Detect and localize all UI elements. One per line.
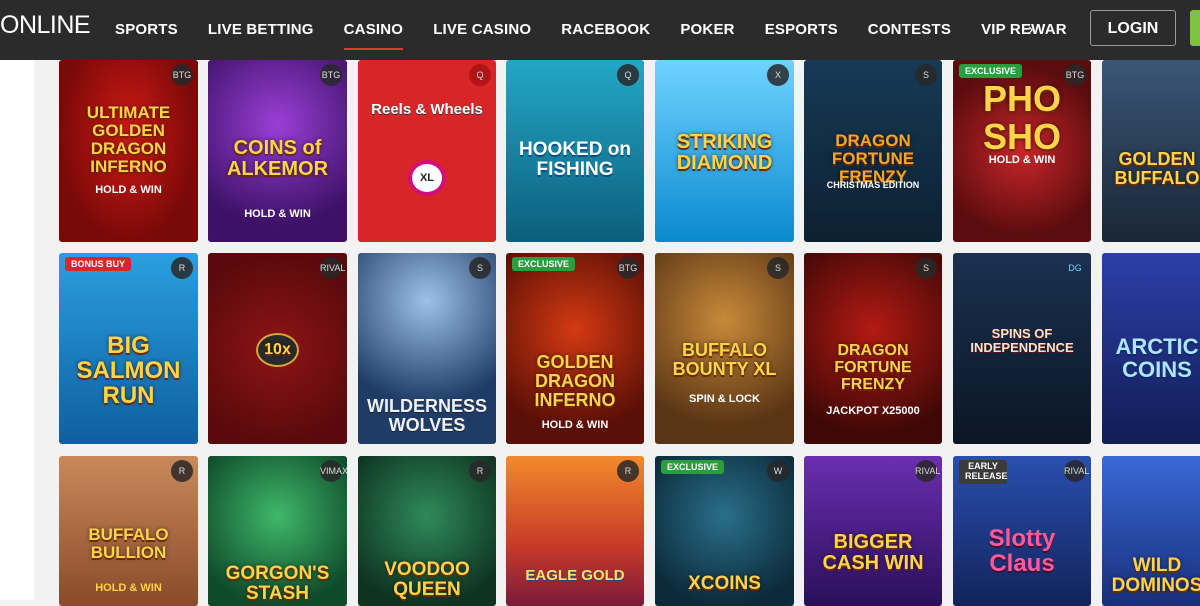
game-title: BUFFALO BULLION <box>88 525 169 562</box>
game-subtitle: HOLD & WIN <box>95 582 162 594</box>
nav-live-betting[interactable]: LIVE BETTING <box>193 0 329 60</box>
exclusive-badge: EXCLUSIVE <box>661 460 725 474</box>
game-title: Reels & Wheels <box>371 101 483 118</box>
nav-poker[interactable]: POKER <box>665 0 749 60</box>
provider-badge: RIVAL <box>320 257 345 279</box>
nav-live-casino[interactable]: LIVE CASINO <box>418 0 546 60</box>
game-subtitle: HOLD & WIN <box>244 208 311 220</box>
game-tile[interactable]: Q HOOKED on FISHING <box>506 60 644 242</box>
nav-vip-rewards[interactable]: VIP REWARD <box>966 0 1067 60</box>
provider-badge: S <box>767 257 789 279</box>
casino-game-grid: BTG ULTIMATE GOLDEN DRAGON INFERNO HOLD … <box>0 60 1200 606</box>
provider-badge: RIVAL <box>915 460 940 482</box>
provider-badge: S <box>469 257 491 279</box>
game-title: GOLDEN BUFFALO <box>1114 149 1200 188</box>
provider-badge: DG <box>1068 263 1082 273</box>
early-release-badge: EARLY RELEASE <box>959 460 1008 484</box>
game-title: Slotty Claus <box>988 525 1056 578</box>
provider-badge: S <box>915 64 937 86</box>
provider-badge: R <box>469 460 491 482</box>
exclusive-badge: EXCLUSIVE <box>959 64 1023 78</box>
game-title: VOODOO QUEEN <box>384 559 470 600</box>
game-title: STRIKING DIAMOND <box>676 131 773 174</box>
provider-badge: R <box>171 460 193 482</box>
game-tile[interactable]: R BUFFALO BULLION HOLD & WIN <box>59 456 198 606</box>
game-title: GOLDEN DRAGON INFERNO <box>534 352 616 410</box>
game-tile[interactable]: BTG ULTIMATE GOLDEN DRAGON INFERNO HOLD … <box>59 60 198 242</box>
game-tile[interactable]: DG SPINS OF INDEPENDENCE <box>953 253 1091 444</box>
game-title: GORGON'S STASH <box>225 563 330 604</box>
game-tile[interactable]: R VOODOO QUEEN <box>358 456 496 606</box>
provider-badge: W <box>767 460 789 482</box>
game-title: COINS of ALKEMOR <box>226 137 329 180</box>
game-subtitle: XL <box>408 160 446 196</box>
nav-sports[interactable]: SPORTS <box>100 0 193 60</box>
game-title: ULTIMATE GOLDEN DRAGON INFERNO <box>86 103 171 176</box>
game-title: 10x <box>256 333 299 367</box>
provider-badge: X <box>767 64 789 86</box>
login-button[interactable]: LOGIN <box>1090 10 1176 46</box>
game-title: EAGLE GOLD <box>525 567 625 584</box>
game-tile[interactable]: X STRIKING DIAMOND <box>655 60 794 242</box>
provider-badge: Q <box>617 64 639 86</box>
provider-badge: VIMAX <box>320 460 347 482</box>
game-tile[interactable]: S BUFFALO BOUNTY XL SPIN & LOCK <box>655 253 794 444</box>
game-tile[interactable]: BONUS BUY R BIG SALMON RUN <box>59 253 198 444</box>
game-tile[interactable]: GOLDEN BUFFALO <box>1102 60 1200 242</box>
game-title: BIGGER CASH WIN <box>822 531 924 574</box>
game-tile[interactable]: EXCLUSIVE BTG PHO SHO HOLD & WIN <box>953 60 1091 242</box>
provider-badge: BTG <box>320 64 342 86</box>
game-subtitle: HOLD & WIN <box>988 154 1056 166</box>
brand-logo[interactable]: ONLINE <box>0 11 91 40</box>
nav-racebook[interactable]: RACEBOOK <box>546 0 665 60</box>
game-title: WILDERNESS WOLVES <box>366 396 487 435</box>
game-tile[interactable]: Q Reels & Wheels XL <box>358 60 496 242</box>
game-title: HOOKED on FISHING <box>519 139 631 180</box>
game-tile[interactable]: EXCLUSIVE W XCOINS <box>655 456 794 606</box>
main-nav: SPORTS LIVE BETTING CASINO LIVE CASINO R… <box>100 0 1067 60</box>
game-tile[interactable]: RIVAL 10x <box>208 253 347 444</box>
provider-badge: R <box>171 257 193 279</box>
game-tile[interactable]: WILD DOMINOS <box>1102 456 1200 606</box>
game-tile[interactable]: R EAGLE GOLD <box>506 456 644 606</box>
game-title: PHO SHO <box>982 78 1061 157</box>
nav-contests[interactable]: CONTESTS <box>853 0 966 60</box>
provider-badge: BTG <box>171 64 193 86</box>
game-subtitle: HOLD & WIN <box>541 419 609 431</box>
game-tile[interactable]: S WILDERNESS WOLVES <box>358 253 496 444</box>
exclusive-badge: EXCLUSIVE <box>512 257 576 271</box>
provider-badge: RIVAL <box>1064 460 1089 482</box>
game-title: XCOINS <box>688 573 761 594</box>
game-title: ARCTIC COINS <box>1115 334 1199 383</box>
provider-badge: S <box>915 257 937 279</box>
game-title: WILD DOMINOS <box>1111 555 1200 596</box>
game-tile[interactable]: EXCLUSIVE BTG GOLDEN DRAGON INFERNO HOLD… <box>506 253 644 444</box>
game-title: DRAGON FORTUNE FRENZY <box>831 131 915 186</box>
game-subtitle: SPIN & LOCK <box>689 393 760 405</box>
game-title: SPINS OF INDEPENDENCE <box>970 326 1074 355</box>
provider-badge: BTG <box>617 257 639 279</box>
nav-more-chevron-icon[interactable]: › <box>1028 0 1033 60</box>
left-margin <box>0 60 34 600</box>
nav-esports[interactable]: ESPORTS <box>750 0 853 60</box>
game-title: DRAGON FORTUNE FRENZY <box>834 342 912 393</box>
game-tile[interactable]: RIVAL BIGGER CASH WIN <box>804 456 942 606</box>
nav-casino[interactable]: CASINO <box>329 0 419 60</box>
provider-badge: R <box>617 460 639 482</box>
game-subtitle: JACKPOT X25000 <box>826 405 920 417</box>
game-tile[interactable]: S DRAGON FORTUNE FRENZY CHRISTMAS EDITIO… <box>804 60 942 242</box>
top-navigation-bar: ONLINE SPORTS LIVE BETTING CASINO LIVE C… <box>0 0 1200 60</box>
game-tile[interactable]: EARLY RELEASE RIVAL Slotty Claus <box>953 456 1091 606</box>
game-tile[interactable]: BTG COINS of ALKEMOR HOLD & WIN <box>208 60 347 242</box>
game-tile[interactable]: S DRAGON FORTUNE FRENZY JACKPOT X25000 <box>804 253 942 444</box>
bonus-buy-badge: BONUS BUY <box>65 257 132 271</box>
game-subtitle: CHRISTMAS EDITION <box>826 180 920 190</box>
join-button[interactable] <box>1190 10 1200 46</box>
game-tile[interactable]: ARCTIC COINS <box>1102 253 1200 444</box>
game-title: BUFFALO BOUNTY XL <box>672 340 777 379</box>
game-subtitle: HOLD & WIN <box>95 184 162 196</box>
provider-badge: Q <box>469 64 491 86</box>
game-title: BIG SALMON RUN <box>76 332 181 410</box>
game-tile[interactable]: VIMAX GORGON'S STASH <box>208 456 347 606</box>
